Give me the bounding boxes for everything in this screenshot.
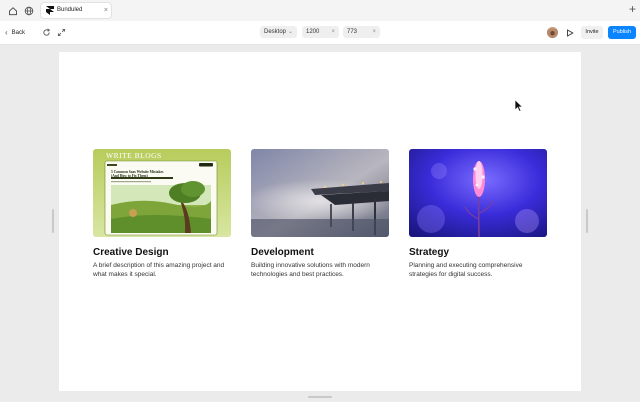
chevron-left-icon: ‹ — [5, 28, 8, 37]
tab-close-button[interactable]: × — [104, 6, 108, 15]
height-value: 773 — [347, 29, 358, 35]
globe-icon[interactable] — [23, 5, 34, 16]
app-logo-icon — [46, 6, 54, 15]
project-card[interactable]: Development Building innovative solution… — [251, 149, 389, 279]
blog-title: WRITE BLOGS — [106, 151, 162, 160]
width-value: 1200 — [306, 29, 320, 35]
card-image-flower — [409, 149, 547, 237]
card-title: Development — [251, 247, 314, 258]
height-input[interactable]: 773 × — [343, 26, 380, 38]
left-resize-handle[interactable] — [52, 209, 54, 233]
avatar[interactable] — [547, 27, 558, 38]
device-select[interactable]: Desktop ⌄ — [260, 26, 297, 38]
publish-button[interactable]: Publish — [608, 26, 636, 39]
invite-button[interactable]: Invite — [581, 26, 603, 39]
page-canvas: WRITE BLOGS 5 Common Saas Website Mistak… — [59, 52, 581, 391]
editor-toolbar: ‹ Back Desktop ⌄ 1200 × 773 × Invite Pub… — [0, 21, 640, 45]
width-input[interactable]: 1200 × — [302, 26, 339, 38]
project-card[interactable]: WRITE BLOGS 5 Common Saas Website Mistak… — [93, 149, 231, 279]
card-image-blog: WRITE BLOGS 5 Common Saas Website Mistak… — [93, 149, 231, 237]
right-resize-handle[interactable] — [586, 209, 588, 233]
card-title: Creative Design — [93, 247, 169, 258]
tab-title: Bunduled — [57, 7, 83, 13]
project-card[interactable]: Strategy Planning and executing comprehe… — [409, 149, 547, 279]
bottom-resize-handle[interactable] — [308, 396, 332, 398]
device-value: Desktop — [264, 29, 287, 35]
back-label: Back — [11, 29, 26, 36]
home-icon[interactable] — [7, 5, 18, 16]
play-icon[interactable] — [565, 28, 574, 37]
card-image-bridge — [251, 149, 389, 237]
back-button[interactable]: ‹ Back — [5, 26, 25, 39]
refresh-icon[interactable] — [41, 27, 51, 37]
chevron-down-icon: ⌄ — [287, 29, 293, 35]
browser-tab-bar: Bunduled × + — [0, 0, 640, 21]
browser-tab[interactable]: Bunduled × — [41, 3, 111, 18]
clear-width-icon[interactable]: × — [331, 26, 335, 38]
blog-heading: 5 Common Saas Website Mistakes (And How … — [111, 170, 164, 179]
card-description: A brief description of this amazing proj… — [93, 262, 225, 278]
new-tab-button[interactable]: + — [629, 2, 636, 16]
card-description: Planning and executing comprehensive str… — [409, 262, 523, 278]
card-description: Building innovative solutions with moder… — [251, 262, 370, 278]
cursor-icon — [514, 99, 524, 112]
card-title: Strategy — [409, 247, 450, 258]
clear-height-icon[interactable]: × — [372, 26, 376, 38]
expand-icon[interactable] — [56, 27, 66, 37]
